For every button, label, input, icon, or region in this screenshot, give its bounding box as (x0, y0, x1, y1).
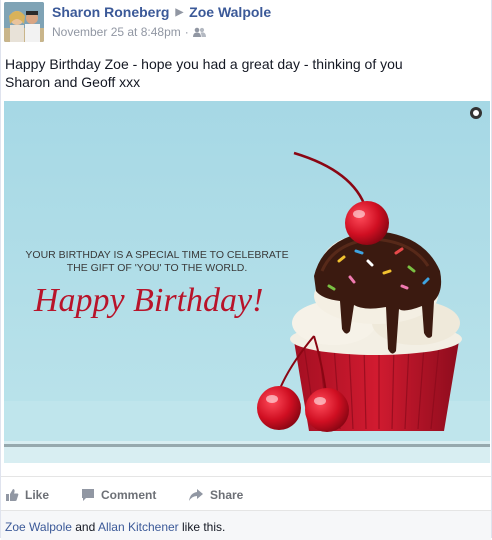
post-card: Sharon Roneberg ▶ Zoe Walpole November 25 … (0, 0, 492, 540)
post-meta: November 25 at 8:48pm · (52, 25, 206, 41)
author-avatar[interactable] (4, 2, 44, 42)
like-label: Like (25, 488, 50, 502)
post-message: Happy Birthday Zoe - hope you had a grea… (5, 55, 485, 91)
thumbs-up-icon (6, 489, 19, 501)
post-message-line-2: Sharon and Geoff xxx (5, 74, 141, 90)
likes-summary: Zoe Walpole and Allan Kitchener like thi… (1, 510, 491, 540)
share-icon (189, 489, 203, 501)
timestamp-link[interactable]: November 25 at 8:48pm (52, 25, 181, 39)
photo-caption-line-2: THE GIFT OF 'YOU' TO THE WORLD. (67, 262, 248, 274)
post-message-line-1: Happy Birthday Zoe - hope you had a grea… (5, 56, 403, 72)
comment-label: Comment (101, 488, 157, 502)
post-photo[interactable]: YOUR BIRTHDAY IS A SPECIAL TIME TO CELEB… (4, 101, 490, 463)
share-label: Share (210, 488, 244, 502)
watermark-logo-icon (470, 107, 482, 119)
post-actions-bar: Like Comment Share (1, 476, 491, 511)
comment-button[interactable]: Comment (81, 488, 156, 502)
liker-link-2[interactable]: Allan Kitchener (98, 520, 179, 534)
share-button[interactable]: Share (188, 488, 243, 502)
author-name-link[interactable]: Sharon Roneberg (52, 4, 169, 20)
like-button[interactable]: Like (5, 488, 49, 502)
photo-caption-line-1: YOUR BIRTHDAY IS A SPECIAL TIME TO CELEB… (25, 249, 288, 261)
likes-suffix-text: like this. (178, 520, 226, 534)
comment-icon (82, 489, 94, 501)
photo-script-text: Happy Birthday! (33, 282, 263, 319)
author-line: Sharon Roneberg ▶ Zoe Walpole (52, 4, 271, 20)
friends-icon[interactable] (192, 27, 206, 41)
likes-and-text: and (71, 520, 98, 534)
liker-link-1[interactable]: Zoe Walpole (5, 520, 72, 534)
arrow-right-icon: ▶ (175, 7, 184, 18)
recipient-name-link[interactable]: Zoe Walpole (189, 4, 271, 20)
separator-dot: · (184, 25, 189, 39)
likes-summary-text: Zoe Walpole and Allan Kitchener like thi… (5, 520, 225, 534)
